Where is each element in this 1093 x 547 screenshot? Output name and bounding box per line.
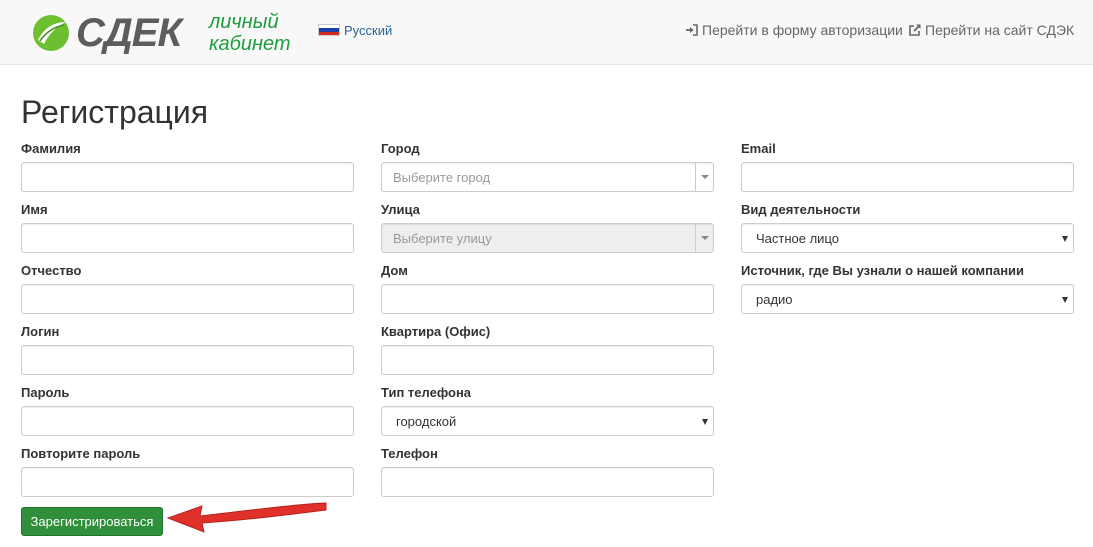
repeat-password-label: Повторите пароль [21, 446, 141, 461]
page-title: Регистрация [21, 94, 209, 130]
login-label: Логин [21, 324, 60, 339]
register-button[interactable]: Зарегистрироваться [21, 507, 163, 536]
password-label: Пароль [21, 385, 70, 400]
email-input[interactable] [741, 162, 1074, 192]
caret-down-icon [1062, 297, 1068, 303]
house-input[interactable] [381, 284, 714, 314]
first-name-input[interactable] [21, 223, 354, 253]
caret-down-icon [1062, 236, 1068, 242]
source-label: Источник, где Вы узнали о нашей компании [741, 263, 1025, 278]
logo-subtitle-line2: кабинет [209, 33, 291, 55]
top-navbar: СДЕК личный кабинет Русский Перейти в фо… [0, 0, 1093, 65]
source-select[interactable]: радио [741, 284, 1074, 314]
city-combobox[interactable]: Выберите город [381, 162, 714, 192]
logo-subtitle: личный кабинет [209, 11, 291, 55]
source-value: радио [756, 292, 793, 307]
street-placeholder: Выберите улицу [393, 231, 492, 246]
street-dropdown-button[interactable] [695, 224, 713, 252]
caret-down-icon [702, 419, 708, 425]
city-dropdown-button[interactable] [695, 163, 713, 191]
login-form-link[interactable]: Перейти в форму авторизации [685, 22, 903, 38]
first-name-label: Имя [21, 202, 48, 217]
phone-label: Телефон [381, 446, 438, 461]
phone-type-label: Тип телефона [381, 385, 472, 400]
street-combobox[interactable]: Выберите улицу [381, 223, 714, 253]
email-label: Email [741, 141, 776, 156]
last-name-label: Фамилия [21, 141, 81, 156]
russian-flag-icon [318, 24, 340, 36]
last-name-input[interactable] [21, 162, 354, 192]
phone-type-select[interactable]: городской [381, 406, 714, 436]
middle-name-input[interactable] [21, 284, 354, 314]
language-label[interactable]: Русский [344, 23, 392, 38]
login-form-link-label[interactable]: Перейти в форму авторизации [702, 22, 903, 38]
password-input[interactable] [21, 406, 354, 436]
leaf-logo-icon [33, 15, 69, 51]
cdek-site-link-label[interactable]: Перейти на сайт СДЭК [925, 22, 1074, 38]
city-placeholder: Выберите город [393, 170, 491, 185]
logo-subtitle-line1: личный [209, 11, 279, 33]
activity-label: Вид деятельности [741, 202, 861, 217]
red-arrow-icon [166, 502, 327, 533]
house-label: Дом [381, 263, 408, 278]
external-link-icon [909, 24, 921, 36]
city-label: Город [381, 141, 420, 156]
logo-text: СДЕК [76, 11, 182, 55]
phone-type-value: городской [396, 414, 457, 429]
language-switcher[interactable]: Русский [318, 22, 392, 38]
phone-input[interactable] [381, 467, 714, 497]
apartment-label: Квартира (Офис) [381, 324, 491, 339]
activity-value: Частное лицо [756, 231, 839, 246]
apartment-input[interactable] [381, 345, 714, 375]
cdek-site-link[interactable]: Перейти на сайт СДЭК [908, 22, 1074, 38]
login-input[interactable] [21, 345, 354, 375]
cdek-logo[interactable]: СДЕК личный кабинет [32, 11, 322, 57]
street-label: Улица [381, 202, 420, 217]
chevron-down-icon [701, 236, 709, 240]
sign-in-icon [686, 24, 698, 36]
activity-select[interactable]: Частное лицо [741, 223, 1074, 253]
chevron-down-icon [701, 175, 709, 179]
middle-name-label: Отчество [21, 263, 82, 278]
